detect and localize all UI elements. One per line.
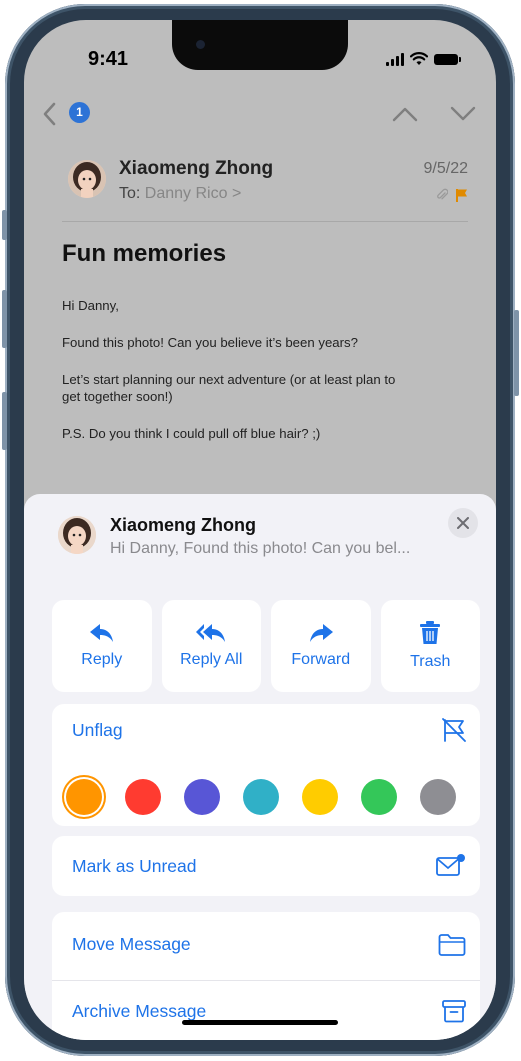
screen: 9:41 1 Xiaomeng Zhong To: Danny Rico > 9… xyxy=(24,20,496,1040)
move-message-row[interactable]: Move Message xyxy=(52,912,480,981)
unflag-icon xyxy=(442,718,466,742)
avatar xyxy=(68,160,106,198)
next-message-icon[interactable] xyxy=(450,106,476,122)
message-indicators xyxy=(436,188,468,202)
flag-icon xyxy=(456,188,467,202)
avatar xyxy=(58,516,96,554)
reply-button[interactable]: Reply xyxy=(52,600,152,692)
message-date: 9/5/22 xyxy=(423,160,468,177)
home-indicator[interactable] xyxy=(182,1020,338,1025)
unflag-row[interactable]: Unflag xyxy=(52,704,480,756)
unflag-label: Unflag xyxy=(72,720,123,740)
reply-icon xyxy=(89,624,113,642)
to-label: To: xyxy=(119,185,141,202)
status-icons xyxy=(386,52,461,66)
power-button xyxy=(514,310,519,396)
header-divider xyxy=(62,221,468,222)
flag-color-picker xyxy=(66,779,456,815)
wifi-icon xyxy=(410,52,428,65)
unread-envelope-icon xyxy=(436,854,465,876)
mark-as-unread-label: Mark as Unread xyxy=(72,856,197,876)
volume-up-button xyxy=(2,290,7,348)
flag-color-orange[interactable] xyxy=(66,779,102,815)
status-time: 9:41 xyxy=(88,48,129,70)
attachment-icon xyxy=(437,188,448,200)
flag-color-red[interactable] xyxy=(125,779,161,815)
body-paragraph: Hi Danny, xyxy=(62,298,119,313)
sheet-message-preview: Hi Danny, Found this photo! Can you bel.… xyxy=(110,540,411,557)
volume-down-button xyxy=(2,392,7,450)
unread-count-badge[interactable]: 1 xyxy=(69,102,90,123)
recipient-line[interactable]: To: Danny Rico > xyxy=(119,185,241,203)
forward-icon xyxy=(309,624,333,642)
folder-icon xyxy=(438,934,466,956)
body-paragraph: P.S. Do you think I could pull off blue … xyxy=(62,426,321,441)
reply-all-button[interactable]: Reply All xyxy=(161,600,261,692)
trash-icon xyxy=(420,621,441,644)
quick-actions: Reply Reply All Forward Trash xyxy=(52,600,480,692)
forward-button[interactable]: Forward xyxy=(271,600,371,692)
notch xyxy=(172,20,348,70)
sheet-sender-name: Xiaomeng Zhong xyxy=(110,515,256,535)
message-header: Xiaomeng Zhong To: Danny Rico > 9/5/22 xyxy=(24,158,496,218)
mute-switch xyxy=(2,210,7,240)
forward-label: Forward xyxy=(291,651,351,668)
mark-as-unread-row[interactable]: Mark as Unread xyxy=(52,836,480,896)
body-paragraph: Found this photo! Can you believe it’s b… xyxy=(62,335,358,350)
flag-color-purple[interactable] xyxy=(184,779,220,815)
move-message-label: Move Message xyxy=(72,934,191,954)
close-button[interactable] xyxy=(448,508,478,538)
back-chevron-icon[interactable] xyxy=(42,102,56,126)
trash-label: Trash xyxy=(410,653,451,670)
message-subject: Fun memories xyxy=(62,240,227,267)
mail-nav-bar: 1 xyxy=(24,100,496,130)
cellular-signal-icon xyxy=(386,52,404,66)
flag-color-yellow[interactable] xyxy=(302,779,338,815)
trash-button[interactable]: Trash xyxy=(380,600,480,692)
reply-label: Reply xyxy=(81,651,123,668)
recipient-name: Danny Rico > xyxy=(144,185,242,202)
reply-all-label: Reply All xyxy=(180,651,243,668)
archive-box-icon xyxy=(442,1000,466,1023)
close-icon xyxy=(457,517,469,529)
reply-all-icon xyxy=(196,624,226,642)
archive-message-label: Archive Message xyxy=(72,1001,207,1021)
camera xyxy=(196,40,205,49)
battery-icon xyxy=(434,53,461,65)
archive-message-row[interactable]: Archive Message xyxy=(52,981,480,1040)
flag-color-teal[interactable] xyxy=(243,779,279,815)
flag-color-gray[interactable] xyxy=(420,779,456,815)
sender-name: Xiaomeng Zhong xyxy=(119,158,274,179)
message-action-sheet: Xiaomeng Zhong Hi Danny, Found this phot… xyxy=(24,494,496,1040)
flag-color-green[interactable] xyxy=(361,779,397,815)
previous-message-icon[interactable] xyxy=(392,106,418,122)
sheet-header: Xiaomeng Zhong Hi Danny, Found this phot… xyxy=(24,494,496,582)
flag-options-group: Unflag xyxy=(52,704,480,826)
body-paragraph: Let’s start planning our next adventure … xyxy=(62,372,396,404)
